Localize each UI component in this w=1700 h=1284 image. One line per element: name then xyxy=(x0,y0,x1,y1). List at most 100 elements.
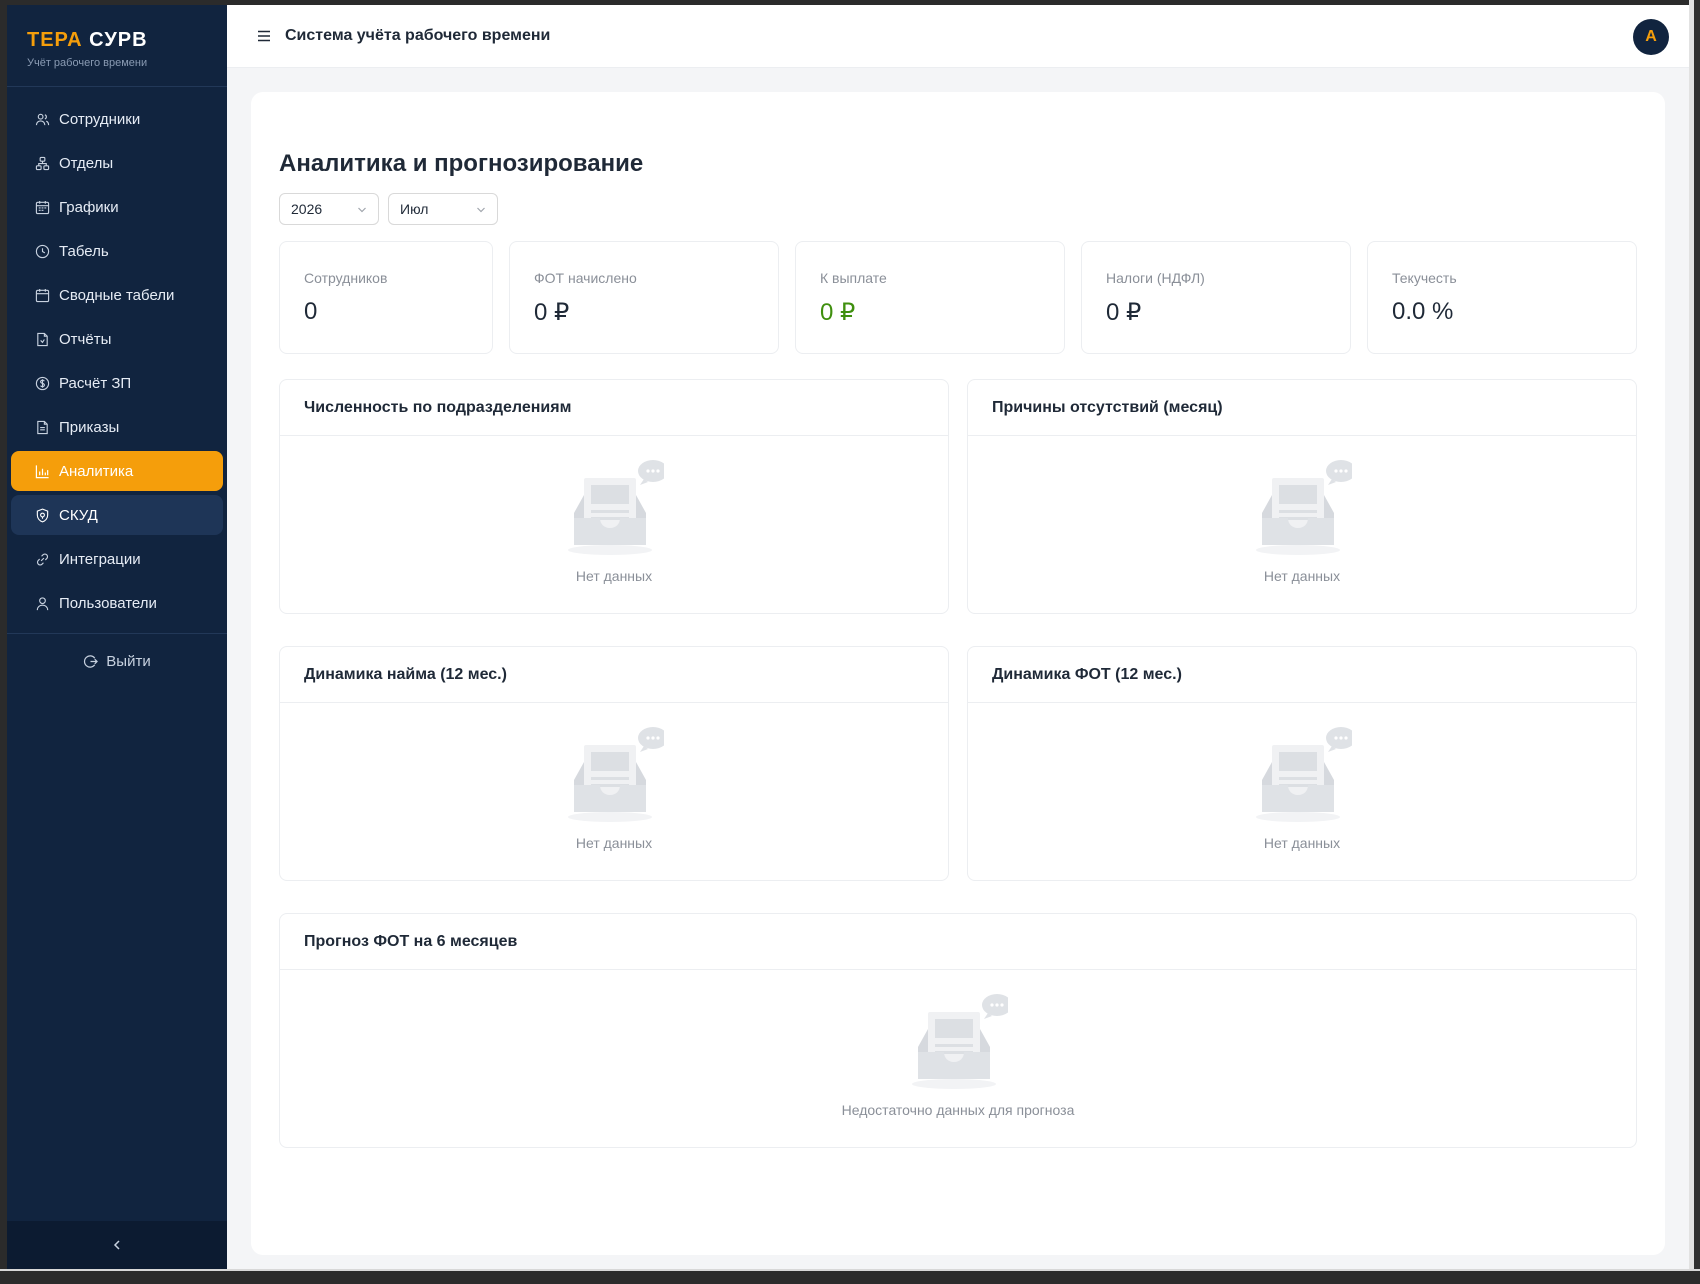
sidebar-item-timesheet[interactable]: Табель xyxy=(11,231,223,271)
sidebar-item-label: Отчёты xyxy=(59,330,112,348)
sidebar-item-label: Сотрудники xyxy=(59,110,141,128)
empty-text: Нет данных xyxy=(1263,835,1341,851)
empty-state: Недостаточно данных для прогноза xyxy=(280,992,1636,1118)
sidebar-item-users[interactable]: Пользователи xyxy=(11,583,223,623)
logo-subtitle: Учёт рабочего времени xyxy=(27,57,148,69)
sidebar-item-orders[interactable]: Приказы xyxy=(11,407,223,447)
document-icon xyxy=(37,420,48,434)
stat-label: Налоги (НДФЛ) xyxy=(1106,270,1205,286)
window-frame-right xyxy=(1689,0,1700,1284)
empty-state: Нет данных xyxy=(280,458,948,584)
calendar-icon xyxy=(35,288,50,302)
panel-headcount: Численность по подразделениям Нет данных xyxy=(279,379,949,614)
sidebar-item-employees[interactable]: Сотрудники xyxy=(11,99,223,139)
empty-text: Нет данных xyxy=(575,568,653,584)
empty-box-icon xyxy=(912,994,1008,1089)
year-select[interactable]: 2026 xyxy=(279,193,379,225)
empty-text: Нет данных xyxy=(1263,568,1341,584)
stat-label: К выплате xyxy=(820,270,887,286)
stat-card-taxes: Налоги (НДФЛ) 0 ₽ xyxy=(1081,241,1351,354)
year-select-value: 2026 xyxy=(291,201,323,217)
org-icon xyxy=(35,156,50,170)
window-frame-bottom xyxy=(0,1269,1700,1284)
sidebar-item-reports[interactable]: Отчёты xyxy=(11,319,223,359)
sidebar: ТЕРА СУРВ Учёт рабочего времени Сотрудни… xyxy=(7,5,227,1269)
empty-box-icon xyxy=(568,727,664,822)
sidebar-item-schedules[interactable]: Графики xyxy=(11,187,223,227)
panel-title: Причины отсутствий (месяц) xyxy=(968,380,1636,436)
empty-state: Нет данных xyxy=(968,725,1636,851)
empty-state: Нет данных xyxy=(968,458,1636,584)
sidebar-item-label: Пользователи xyxy=(59,594,157,612)
sidebar-item-label: Приказы xyxy=(59,418,120,436)
dollar-icon xyxy=(35,376,50,390)
stat-value: 0 ₽ xyxy=(820,299,856,326)
month-select[interactable]: Июл xyxy=(388,193,498,225)
menu-icon[interactable] xyxy=(255,27,273,45)
empty-box-icon xyxy=(1256,460,1352,555)
month-select-value: Июл xyxy=(400,201,429,217)
logo: ТЕРА СУРВ Учёт рабочего времени xyxy=(7,5,227,87)
panel-title: Динамика ФОТ (12 мес.) xyxy=(968,647,1636,703)
logo-part-1: ТЕРА xyxy=(27,29,83,51)
main-content: Аналитика и прогнозирование 2026 Июл Сот… xyxy=(251,92,1665,1255)
sidebar-item-departments[interactable]: Отделы xyxy=(11,143,223,183)
empty-box-icon xyxy=(568,460,664,555)
stat-label: Сотрудников xyxy=(304,270,388,286)
empty-state: Нет данных xyxy=(280,725,948,851)
logo-title: ТЕРА СУРВ xyxy=(27,27,207,53)
chevron-left-icon xyxy=(113,1240,120,1250)
sidebar-item-label: Отделы xyxy=(59,154,114,172)
chevron-down-icon xyxy=(477,207,485,213)
logo-part-2: СУРВ xyxy=(89,29,148,51)
sidebar-item-label: Графики xyxy=(59,198,119,216)
stat-value: 0 ₽ xyxy=(1106,299,1142,326)
stat-label: ФОТ начислено xyxy=(534,270,637,286)
link-icon xyxy=(36,552,49,566)
empty-text: Нет данных xyxy=(575,835,653,851)
page-title: Аналитика и прогнозирование xyxy=(279,150,644,177)
shield-icon xyxy=(36,508,49,522)
stat-card-employees: Сотрудников 0 xyxy=(279,241,493,354)
sidebar-item-summary-timesheets[interactable]: Сводные табели xyxy=(11,275,223,315)
empty-text: Недостаточно данных для прогноза xyxy=(841,1102,1075,1118)
stat-value: 0 ₽ xyxy=(534,299,570,326)
sidebar-item-label: Интеграции xyxy=(59,550,141,568)
empty-box-icon xyxy=(1256,727,1352,822)
panel-title: Прогноз ФОТ на 6 месяцев xyxy=(280,914,1636,970)
avatar[interactable]: A xyxy=(1633,19,1669,55)
sidebar-item-label: Расчёт ЗП xyxy=(59,374,132,392)
stat-card-to-pay: К выплате 0 ₽ xyxy=(795,241,1065,354)
sidebar-item-payroll[interactable]: Расчёт ЗП xyxy=(11,363,223,403)
clock-icon xyxy=(35,244,50,258)
chevron-down-icon xyxy=(358,207,366,213)
bar-chart-icon xyxy=(35,464,49,478)
sidebar-item-label: Сводные табели xyxy=(59,286,175,304)
report-icon xyxy=(37,332,48,346)
logout-button[interactable]: Выйти xyxy=(7,642,227,680)
panel-payroll-dynamics: Динамика ФОТ (12 мес.) Нет данных xyxy=(967,646,1637,881)
sidebar-item-analytics[interactable]: Аналитика xyxy=(11,451,223,491)
app-window: ТЕРА СУРВ Учёт рабочего времени Сотрудни… xyxy=(7,5,1689,1269)
sidebar-item-label: Табель xyxy=(59,242,109,260)
stat-label: Текучесть xyxy=(1392,270,1457,286)
panel-title: Численность по подразделениям xyxy=(280,380,948,436)
sidebar-item-label: СКУД xyxy=(59,506,98,524)
users-icon xyxy=(35,113,50,125)
panel-payroll-forecast: Прогноз ФОТ на 6 месяцев Недостаточно да… xyxy=(279,913,1637,1148)
panel-hiring: Динамика найма (12 мес.) Нет данных xyxy=(279,646,949,881)
panel-absences: Причины отсутствий (месяц) Нет данных xyxy=(967,379,1637,614)
user-icon xyxy=(36,596,49,610)
sidebar-divider xyxy=(7,633,227,634)
sidebar-item-integrations[interactable]: Интеграции xyxy=(11,539,223,579)
stat-value: 0.0 % xyxy=(1392,298,1454,325)
stat-card-turnover: Текучесть 0.0 % xyxy=(1367,241,1637,354)
top-header: Система учёта рабочего времени A xyxy=(227,5,1689,68)
stat-value: 0 xyxy=(304,298,318,325)
logout-label: Выйти xyxy=(106,652,151,670)
panel-title: Динамика найма (12 мес.) xyxy=(280,647,948,703)
sidebar-item-label: Аналитика xyxy=(59,462,134,480)
sidebar-item-access-control[interactable]: СКУД xyxy=(11,495,223,535)
app-title: Система учёта рабочего времени xyxy=(285,27,551,44)
collapse-sidebar-button[interactable] xyxy=(7,1221,227,1269)
